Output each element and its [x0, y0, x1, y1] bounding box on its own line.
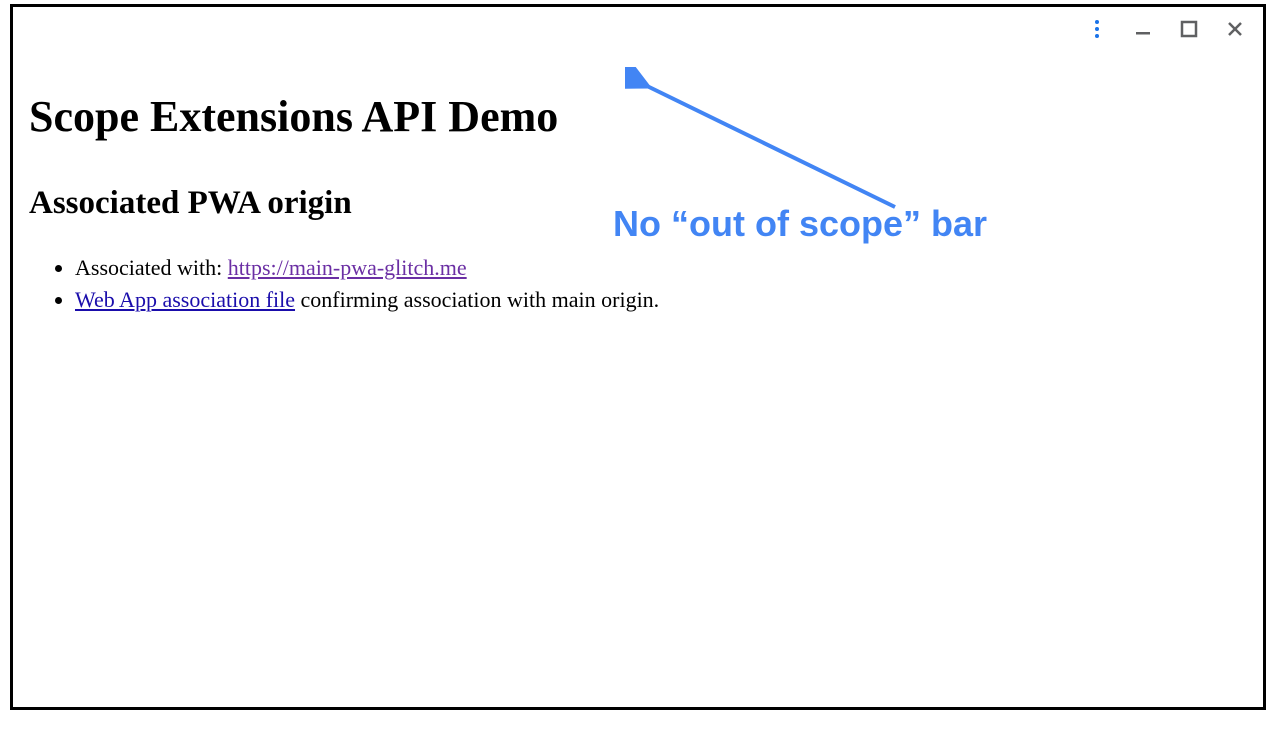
list-item: Associated with: https://main-pwa-glitch… — [75, 253, 1247, 283]
kebab-menu-icon[interactable] — [1087, 19, 1107, 39]
list-item: Web App association file confirming asso… — [75, 285, 1247, 315]
page-title: Scope Extensions API Demo — [29, 91, 1247, 144]
association-file-suffix: confirming association with main origin. — [295, 287, 659, 312]
minimize-button[interactable] — [1133, 19, 1153, 39]
info-list: Associated with: https://main-pwa-glitch… — [29, 253, 1247, 314]
close-button[interactable] — [1225, 19, 1245, 39]
window-titlebar — [13, 7, 1263, 51]
maximize-button[interactable] — [1179, 19, 1199, 39]
app-window: Scope Extensions API Demo Associated PWA… — [10, 4, 1266, 710]
associated-origin-link[interactable]: https://main-pwa-glitch.me — [228, 255, 467, 280]
association-file-link[interactable]: Web App association file — [75, 287, 295, 312]
annotation-label: No “out of scope” bar — [613, 203, 987, 245]
associated-with-label: Associated with: — [75, 255, 228, 280]
